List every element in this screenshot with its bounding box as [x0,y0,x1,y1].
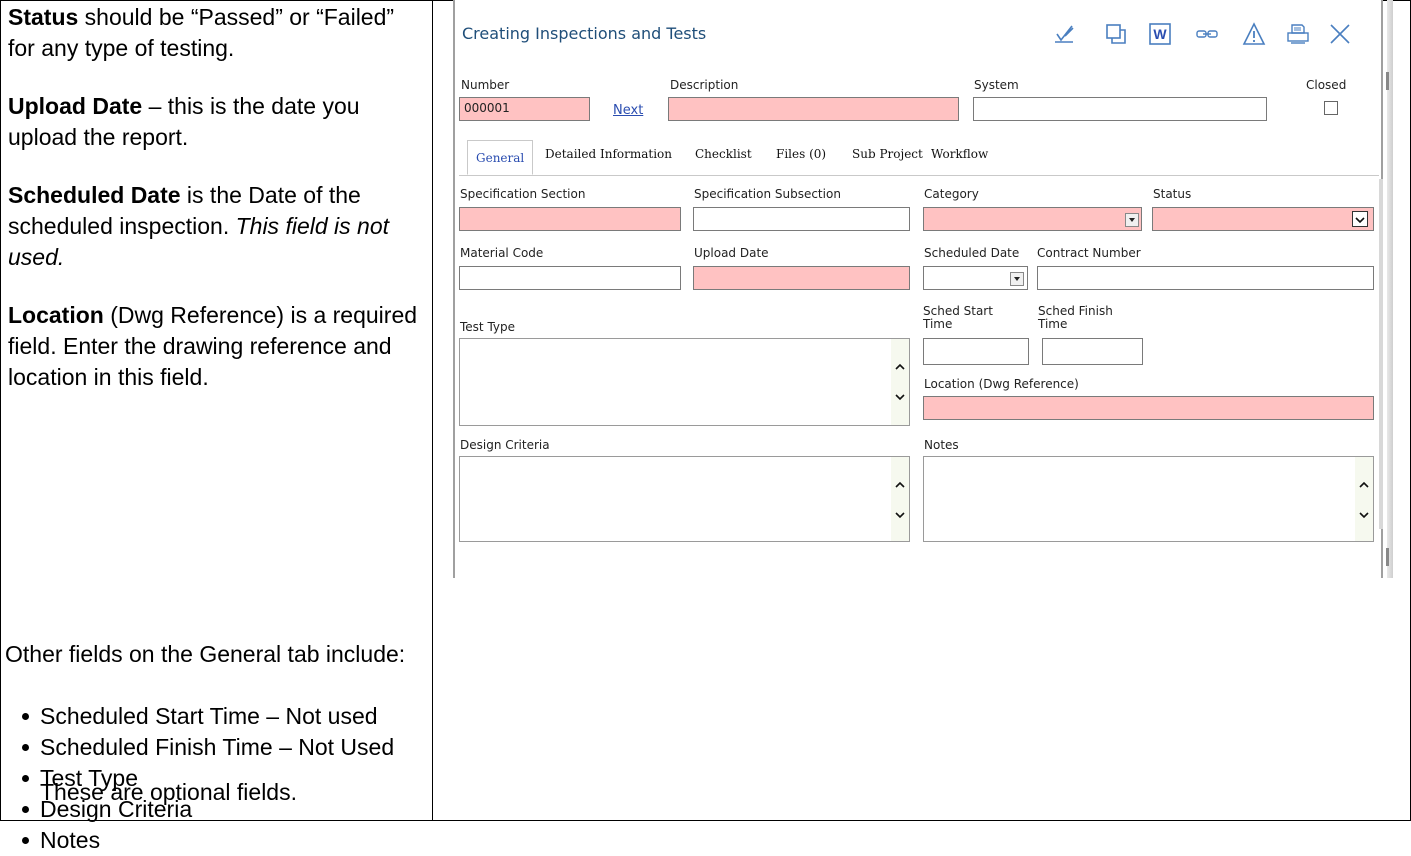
bullet-icon [22,775,29,782]
chevron-up-icon[interactable] [1358,479,1370,491]
list-item: Scheduled Finish Time – Not Used [22,732,422,763]
tab-strip-border [459,175,1379,176]
test-type-label: Test Type [460,320,516,334]
location-term: Location [8,302,104,328]
list-item: Scheduled Start Time – Not used [22,701,422,732]
upload-date-field[interactable] [693,266,910,290]
window-title: Creating Inspections and Tests [462,24,707,43]
instruction-column: Status should be “Passed” or “Failed” fo… [0,0,432,853]
window-edge-mark [1386,72,1389,90]
warning-icon[interactable] [1240,20,1268,48]
system-field[interactable] [973,97,1267,121]
scrollbar-track[interactable] [1379,179,1383,529]
textarea-scrollbar[interactable] [891,339,909,425]
design-criteria-textarea[interactable] [459,456,910,542]
status-label: Status [1153,187,1192,201]
number-label: Number [461,78,510,92]
spec-subsection-label: Specification Subsection [694,187,841,201]
sched-start-label-line: Sched Start [923,304,993,318]
tab-workflow[interactable]: Workflow [931,147,988,161]
chevron-up-icon[interactable] [894,479,906,491]
window-left-border [453,0,455,578]
bullet-icon [22,837,29,844]
sched-start-label-line: Time [923,317,953,331]
spec-subsection-field[interactable] [693,207,910,231]
system-label: System [974,78,1019,92]
location-paragraph: Location (Dwg Reference) is a required f… [8,300,423,393]
sched-finish-label: Sched Finish Time [1038,305,1113,331]
optional-note: These are optional fields. [40,779,297,805]
chevron-down-icon[interactable] [1010,272,1024,286]
word-letter: W [1153,26,1167,42]
upload-term: Upload Date [8,93,143,119]
tab-sub-project[interactable]: Sub Project [852,147,923,161]
spec-section-field[interactable] [459,207,681,231]
design-criteria-label: Design Criteria [460,438,550,452]
bullet-icon [22,713,29,720]
copy-icon[interactable] [1102,20,1130,48]
textarea-scrollbar[interactable] [1355,457,1373,541]
chevron-down-icon[interactable] [894,509,906,521]
number-field[interactable]: 000001 [459,97,590,121]
bullet-icon [22,806,29,813]
window-edge-mark [1386,548,1389,566]
tab-checklist[interactable]: Checklist [695,147,752,161]
chevron-down-icon[interactable] [894,391,906,403]
sched-finish-time-field[interactable] [1042,338,1143,365]
tab-general[interactable]: General [467,140,534,175]
status-paragraph: Status should be “Passed” or “Failed” fo… [8,2,423,64]
checkmark-edit-icon[interactable] [1050,20,1078,48]
sched-start-time-field[interactable] [923,338,1029,365]
location-label: Location (Dwg Reference) [924,377,1079,391]
closed-label: Closed [1306,78,1347,92]
description-field[interactable] [668,97,959,121]
status-term: Status [8,4,79,30]
textarea-scrollbar[interactable] [891,457,909,541]
contract-number-label: Contract Number [1037,246,1141,260]
bullet-icon [22,744,29,751]
tab-files[interactable]: Files (0) [776,147,826,161]
tab-strip: General Detailed Information Checklist F… [459,140,1379,175]
link-icon[interactable] [1193,20,1221,48]
table-divider [432,0,433,821]
category-select[interactable] [923,207,1142,231]
closed-checkbox[interactable] [1324,101,1338,115]
chevron-down-icon[interactable] [1358,509,1370,521]
list-item-text: Scheduled Finish Time – Not Used [40,734,395,760]
tab-detailed-information[interactable]: Detailed Information [545,147,672,161]
chevron-down-icon[interactable] [1352,211,1368,227]
other-fields-intro: Other fields on the General tab include: [5,641,406,667]
spec-section-label: Specification Section [460,187,586,201]
scheduled-paragraph: Scheduled Date is the Date of the schedu… [8,180,423,273]
list-item-text: Scheduled Start Time – Not used [40,703,378,729]
location-field[interactable] [923,396,1374,420]
description-label: Description [670,78,739,92]
test-type-textarea[interactable] [459,338,910,426]
scheduled-term: Scheduled Date [8,182,181,208]
material-code-label: Material Code [460,246,544,260]
next-link[interactable]: Next [613,103,643,118]
close-icon[interactable] [1326,20,1354,48]
word-icon[interactable]: W [1146,20,1174,48]
sched-finish-label-line: Sched Finish [1038,304,1113,318]
print-icon[interactable] [1284,20,1312,48]
chevron-up-icon[interactable] [894,361,906,373]
notes-textarea[interactable] [923,456,1374,542]
sched-start-label: Sched Start Time [923,305,993,331]
material-code-field[interactable] [459,266,681,290]
category-label: Category [924,187,979,201]
list-item: Notes [22,825,422,856]
list-item-text: Notes [40,827,101,853]
chevron-down-icon[interactable] [1125,213,1139,227]
scheduled-date-label: Scheduled Date [924,246,1020,260]
contract-number-field[interactable] [1037,266,1374,290]
sched-finish-label-line: Time [1038,317,1068,331]
upload-date-label: Upload Date [694,246,769,260]
status-select[interactable] [1152,207,1374,231]
upload-paragraph: Upload Date – this is the date you uploa… [8,91,423,153]
notes-label: Notes [924,438,959,452]
